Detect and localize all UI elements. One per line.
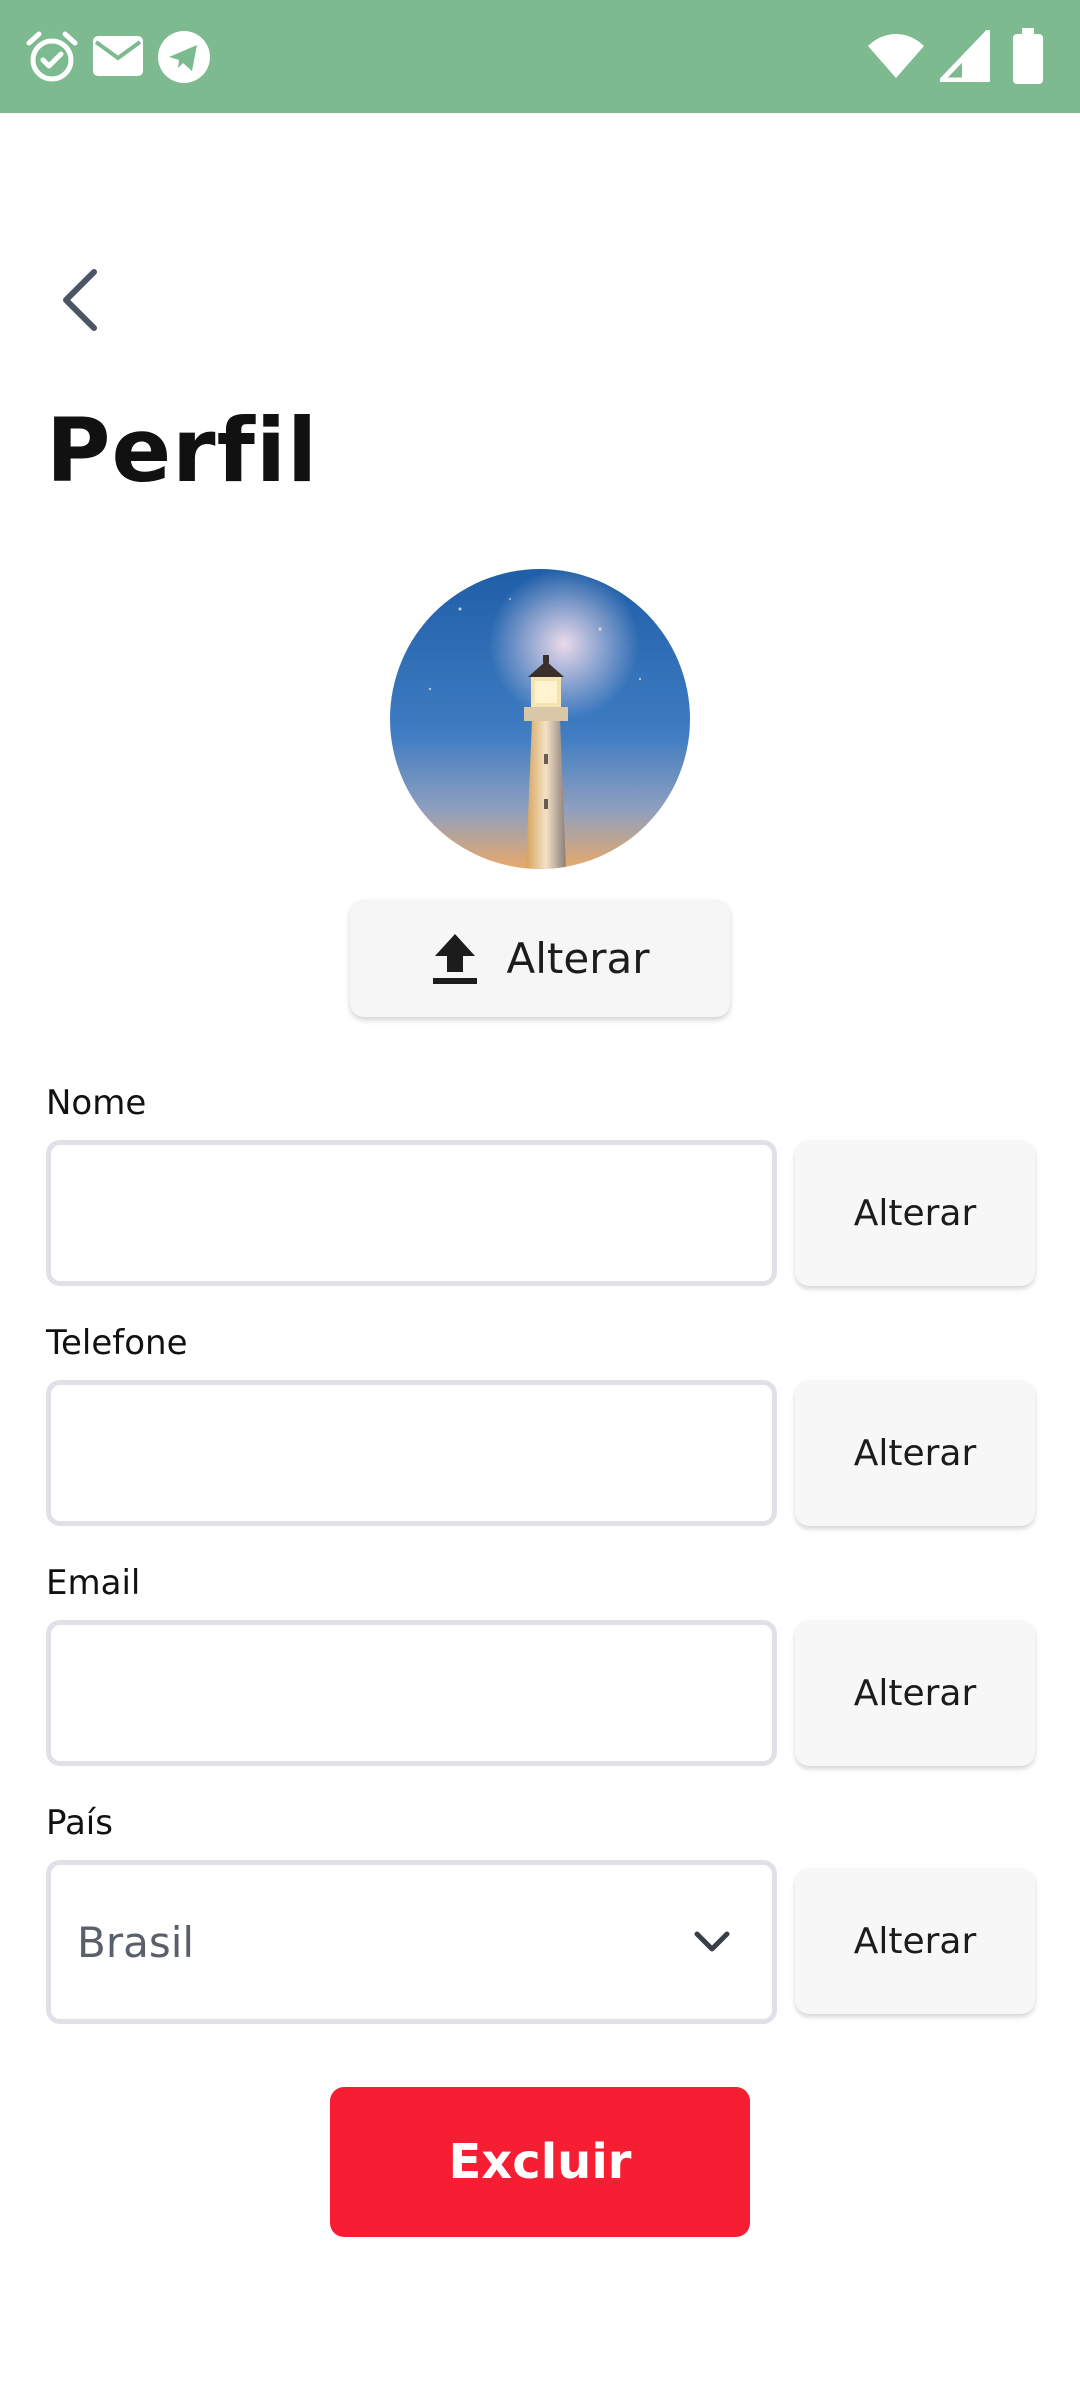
signal-icon — [940, 30, 990, 82]
change-name-button[interactable]: Alterar — [795, 1140, 1035, 1286]
upload-icon — [432, 933, 477, 984]
page-title: Perfil — [46, 399, 319, 502]
mail-icon — [93, 36, 143, 76]
delete-button[interactable]: Excluir — [330, 2087, 750, 2237]
profile-screen: Perfil Alterar Nome Alterar Telefone Alt… — [0, 0, 1080, 2400]
change-country-button[interactable]: Alterar — [795, 1868, 1035, 2014]
status-bar — [0, 0, 1080, 113]
country-selected-value: Brasil — [77, 1917, 195, 1967]
alarm-icon — [26, 31, 78, 82]
lighthouse-photo — [390, 569, 690, 869]
country-select[interactable]: Brasil — [46, 1860, 777, 2024]
email-field-box — [46, 1620, 777, 1766]
chevron-left-icon — [63, 269, 97, 331]
wifi-icon — [868, 34, 924, 78]
chevron-down-icon — [694, 1931, 730, 1952]
name-label: Nome — [46, 1083, 147, 1123]
phone-field-box — [46, 1380, 777, 1526]
name-input[interactable] — [51, 1145, 772, 1281]
avatar — [390, 569, 690, 869]
email-label: Email — [46, 1563, 141, 1603]
phone-label: Telefone — [46, 1323, 188, 1363]
change-photo-button[interactable]: Alterar — [350, 900, 730, 1017]
back-button[interactable] — [40, 255, 120, 345]
telegram-icon — [158, 31, 210, 83]
country-label: País — [46, 1803, 113, 1843]
change-photo-label: Alterar — [506, 934, 650, 983]
change-email-button[interactable]: Alterar — [795, 1620, 1035, 1766]
phone-input[interactable] — [51, 1385, 772, 1521]
battery-icon — [1013, 28, 1043, 84]
name-field-box — [46, 1140, 777, 1286]
email-input[interactable] — [51, 1625, 772, 1761]
change-phone-button[interactable]: Alterar — [795, 1380, 1035, 1526]
